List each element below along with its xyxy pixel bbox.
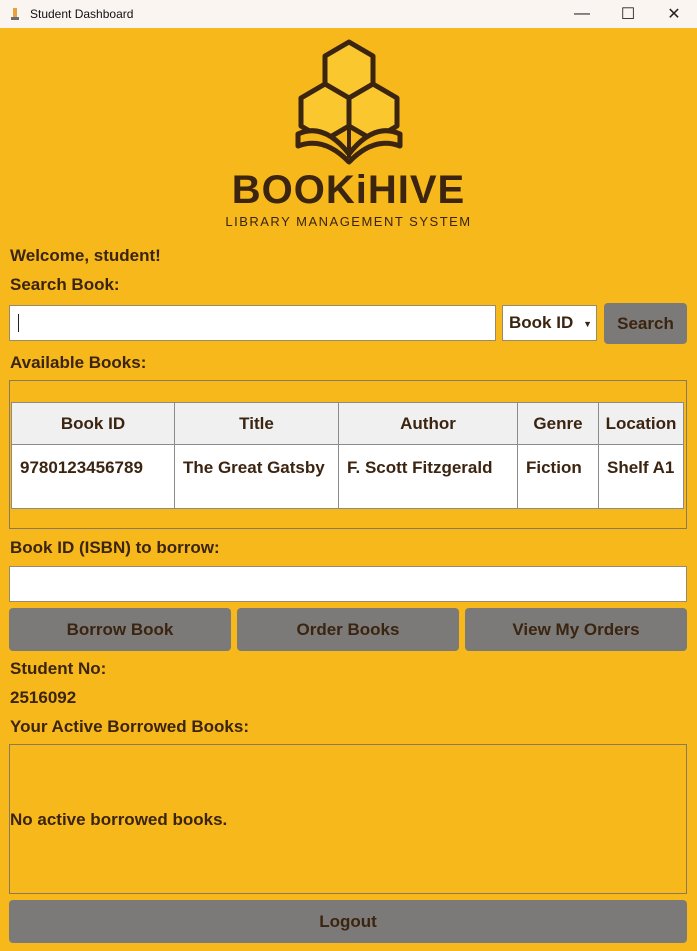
window-title: Student Dashboard xyxy=(30,7,134,21)
welcome-text: Welcome, student! xyxy=(10,246,161,265)
search-filter-select[interactable]: Book ID ▼ xyxy=(502,305,597,341)
search-label: Search Book: xyxy=(10,275,120,294)
close-button[interactable]: ✕ xyxy=(651,0,697,28)
cell-location: Shelf A1 xyxy=(598,444,684,509)
column-header-book-id[interactable]: Book ID xyxy=(11,402,175,445)
borrow-id-input[interactable] xyxy=(9,566,687,602)
chevron-down-icon: ▼ xyxy=(583,319,592,329)
borrowed-books-label: Your Active Borrowed Books: xyxy=(10,717,249,736)
borrow-id-label: Book ID (ISBN) to borrow: xyxy=(10,538,220,557)
brand-tagline: LIBRARY MANAGEMENT SYSTEM xyxy=(225,214,472,229)
student-no-value: 2516092 xyxy=(10,688,77,707)
maximize-button[interactable]: ☐ xyxy=(605,0,651,28)
column-header-location[interactable]: Location xyxy=(598,402,684,445)
logout-button[interactable]: Logout xyxy=(9,900,687,943)
window-titlebar: Student Dashboard — ☐ ✕ xyxy=(0,0,697,28)
borrow-book-button[interactable]: Borrow Book xyxy=(9,608,231,651)
brand-name: BOOKiHIVE xyxy=(231,168,466,212)
table-header-row: Book ID Title Author Genre Location xyxy=(11,402,684,445)
column-header-title[interactable]: Title xyxy=(174,402,339,445)
order-books-button[interactable]: Order Books xyxy=(237,608,459,651)
available-books-label: Available Books: xyxy=(10,353,147,372)
empty-borrowed-message: No active borrowed books. xyxy=(10,810,228,829)
cell-title: The Great Gatsby xyxy=(174,444,339,509)
cell-book-id: 9780123456789 xyxy=(11,444,175,509)
available-books-table: Book ID Title Author Genre Location 9780… xyxy=(11,402,684,509)
cell-author: F. Scott Fitzgerald xyxy=(338,444,518,509)
app-icon xyxy=(11,8,19,20)
column-header-author[interactable]: Author xyxy=(338,402,518,445)
student-no-label: Student No: xyxy=(10,659,107,678)
cell-genre: Fiction xyxy=(517,444,599,509)
search-button[interactable]: Search xyxy=(604,303,687,344)
table-row[interactable]: 9780123456789 The Great Gatsby F. Scott … xyxy=(11,444,684,509)
minimize-button[interactable]: — xyxy=(559,0,605,28)
search-input[interactable] xyxy=(9,305,496,341)
hive-book-icon xyxy=(295,39,402,165)
text-caret xyxy=(18,314,19,332)
logo xyxy=(0,36,697,166)
column-header-genre[interactable]: Genre xyxy=(517,402,599,445)
view-my-orders-button[interactable]: View My Orders xyxy=(465,608,687,651)
